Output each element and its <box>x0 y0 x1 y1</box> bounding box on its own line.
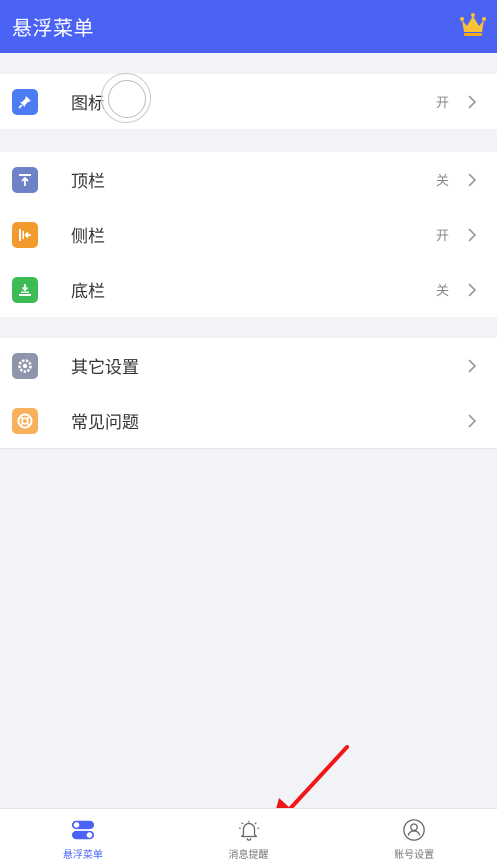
app-header: 悬浮菜单 <box>0 0 497 53</box>
menu-item-label: 其它设置 <box>71 358 139 378</box>
chevron-right-icon <box>468 172 477 187</box>
bottom-tab-bar: 悬浮菜单 消息提醒 账号设置 <box>0 808 497 861</box>
menu-item-label: 顶栏 <box>71 172 105 192</box>
chevron-right-icon <box>468 282 477 297</box>
bell-icon <box>238 820 259 841</box>
bottom-bar-icon <box>12 276 38 303</box>
chevron-right-icon <box>468 413 477 428</box>
menu-item-label: 底栏 <box>71 282 105 302</box>
menu-item-label: 图标 <box>71 94 105 114</box>
tab-notifications[interactable]: 消息提醒 <box>166 809 332 861</box>
chevron-right-icon <box>468 227 477 242</box>
crown-icon[interactable] <box>459 12 487 38</box>
menu-item-icon[interactable]: 图标 开 <box>0 74 497 129</box>
side-bar-icon <box>12 221 38 248</box>
status-text: 关 <box>435 284 449 299</box>
menu-item-other-settings[interactable]: 其它设置 <box>0 338 497 393</box>
chevron-right-icon <box>468 358 477 373</box>
menu-item-side-bar[interactable]: 侧栏 开 <box>0 207 497 262</box>
tab-floating-menu[interactable]: 悬浮菜单 <box>0 809 166 861</box>
settings-group-3: 其它设置 常见问题 <box>0 338 497 449</box>
touch-indicator <box>101 73 151 123</box>
tab-account-settings[interactable]: 账号设置 <box>331 809 497 861</box>
status-text: 关 <box>435 174 449 189</box>
tab-label: 悬浮菜单 <box>62 850 103 861</box>
tab-label: 账号设置 <box>394 850 435 861</box>
tab-label: 消息提醒 <box>228 850 269 861</box>
pin-icon <box>12 88 38 115</box>
menu-item-faq[interactable]: 常见问题 <box>0 393 497 448</box>
menu-item-top-bar[interactable]: 顶栏 关 <box>0 152 497 207</box>
status-text: 开 <box>435 229 449 244</box>
lifebuoy-icon <box>12 407 38 434</box>
menu-item-label: 常见问题 <box>71 413 139 433</box>
settings-group-1: 图标 开 <box>0 74 497 129</box>
toggle-icon <box>71 820 94 840</box>
chevron-right-icon <box>468 94 477 109</box>
status-text: 开 <box>435 96 449 111</box>
gear-icon <box>12 352 38 379</box>
user-icon <box>403 819 425 841</box>
top-bar-icon <box>12 166 38 193</box>
settings-group-2: 顶栏 关 侧栏 开 底栏 关 <box>0 152 497 317</box>
page-title: 悬浮菜单 <box>12 16 94 40</box>
menu-item-bottom-bar[interactable]: 底栏 关 <box>0 262 497 317</box>
menu-item-label: 侧栏 <box>71 227 105 247</box>
